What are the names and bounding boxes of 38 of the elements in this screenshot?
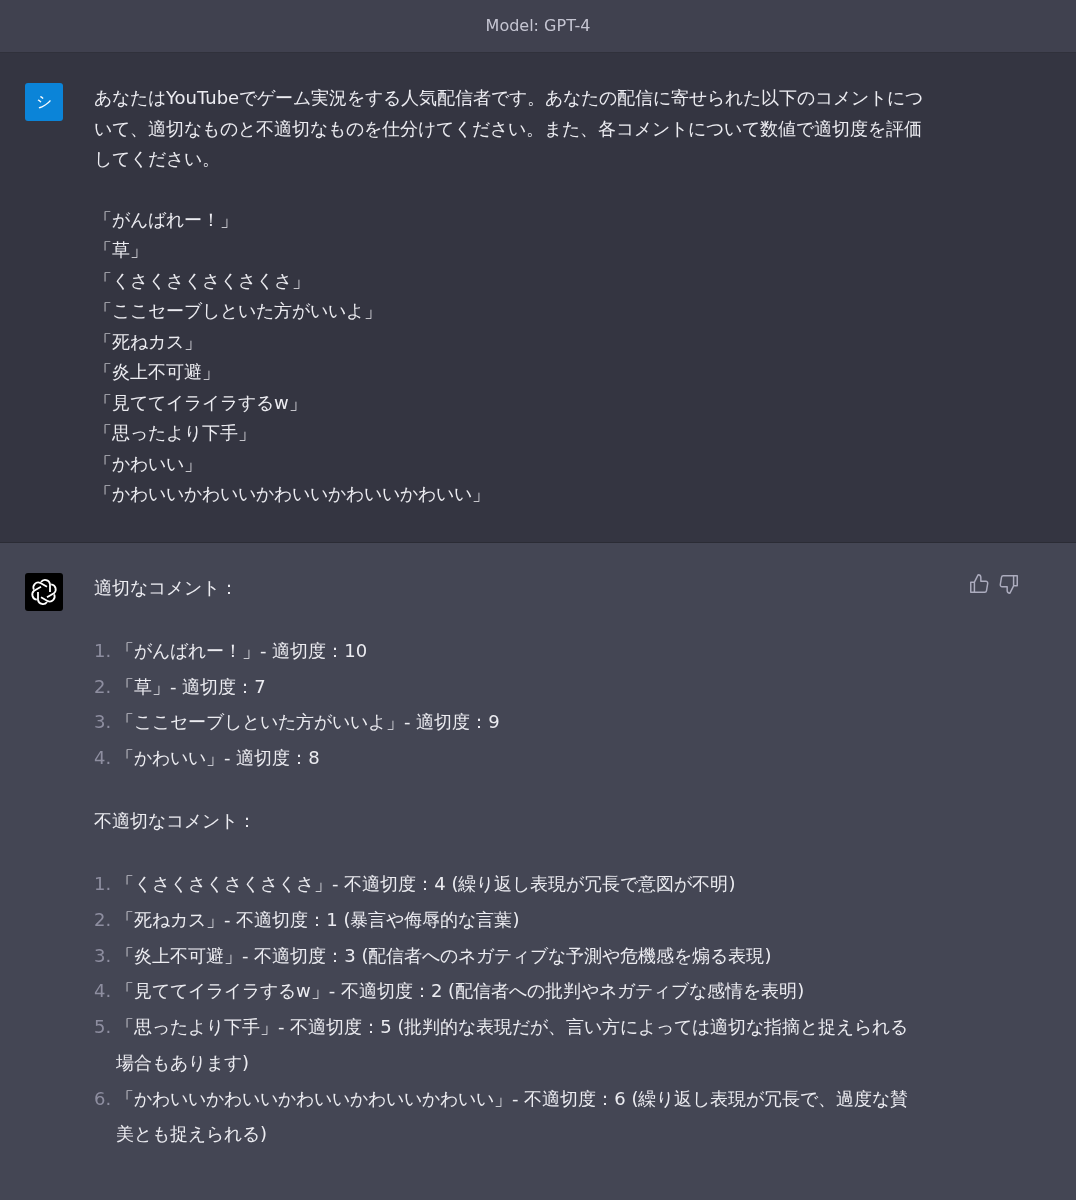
- list-number: 1.: [94, 639, 113, 663]
- list-number: 3.: [94, 943, 113, 968]
- comment-line: 「見ててイライラするw」: [94, 390, 308, 415]
- list-item-text: 「ここセーブしといた方がいいよ」- 適切度：9: [116, 710, 501, 735]
- model-title: Model: GPT-4: [485, 15, 591, 37]
- list-item-text: 「思ったより下手」- 不適切度：5 (批判的な表現だが、言い方によっては適切な指摘と捉えられる場合もあります): [116, 1015, 910, 1075]
- list-item-text: 「死ねカス」- 不適切度：1 (暴言や侮辱的な言葉): [116, 908, 521, 932]
- list-number: 4.: [94, 979, 113, 1004]
- comment-line: 「死ねカス」: [94, 329, 203, 354]
- comment-line: 「ここセーブしといた方がいいよ」: [94, 299, 383, 323]
- prompt-text: あなたはYouTubeでゲーム実況をする人気配信者です。あなたの配信に寄せられた以下のコメントについて、適切なものと不適切なものを仕分けてください。また、各コメントについて数値で適切度を評価してください。: [94, 86, 924, 171]
- list-number: 3.: [94, 710, 113, 735]
- list-number: 2.: [94, 674, 113, 699]
- thumbs-down-icon[interactable]: [998, 572, 1020, 595]
- list-number: 2.: [94, 908, 113, 932]
- section-heading: 適切なコメント：: [94, 575, 239, 600]
- list-item-text: 「くさくさくさくさくさ」- 不適切度：4 (繰り返し表現が冗長で意図が不明): [116, 872, 737, 897]
- section-heading: 不適切なコメント：: [94, 808, 257, 833]
- list-item-text: 「がんばれー！」- 適切度：10: [116, 639, 369, 663]
- comment-line: 「くさくさくさくさくさ」: [94, 268, 311, 293]
- list-number: 1.: [94, 872, 113, 897]
- list-number: 4.: [94, 746, 113, 771]
- comment-line: 「かわいい」: [94, 451, 203, 476]
- thumbs-up-icon[interactable]: [968, 572, 990, 595]
- comment-line: 「思ったより下手」: [94, 421, 257, 445]
- comment-line: 「炎上不可避」: [94, 360, 221, 384]
- list-item-text: 「草」- 適切度：7: [116, 674, 267, 699]
- list-number: 5.: [94, 1015, 113, 1040]
- user-avatar: シ: [25, 83, 63, 121]
- list-item-text: 「かわいい」- 適切度：8: [116, 746, 321, 771]
- list-item-text: 「炎上不可避」- 不適切度：3 (配信者へのネガティブな予測や危機感を煽る表現): [116, 943, 773, 968]
- list-item-text: 「かわいいかわいいかわいいかわいいかわいい」- 不適切度：6 (繰り返し表現が冗長で、過度な賛美とも捉えられる): [116, 1086, 910, 1147]
- comment-line: 「がんばれー！」: [94, 207, 239, 232]
- logo-icon: [30, 577, 58, 606]
- comment-line: 「草」: [94, 238, 149, 262]
- list-item-text: 「見ててイライラするw」- 不適切度：2 (配信者への批判やネガティブな感情を表明): [116, 979, 806, 1004]
- list-number: 6.: [94, 1086, 113, 1111]
- comment-line: 「かわいいかわいいかわいいかわいいかわいい」: [94, 482, 491, 506]
